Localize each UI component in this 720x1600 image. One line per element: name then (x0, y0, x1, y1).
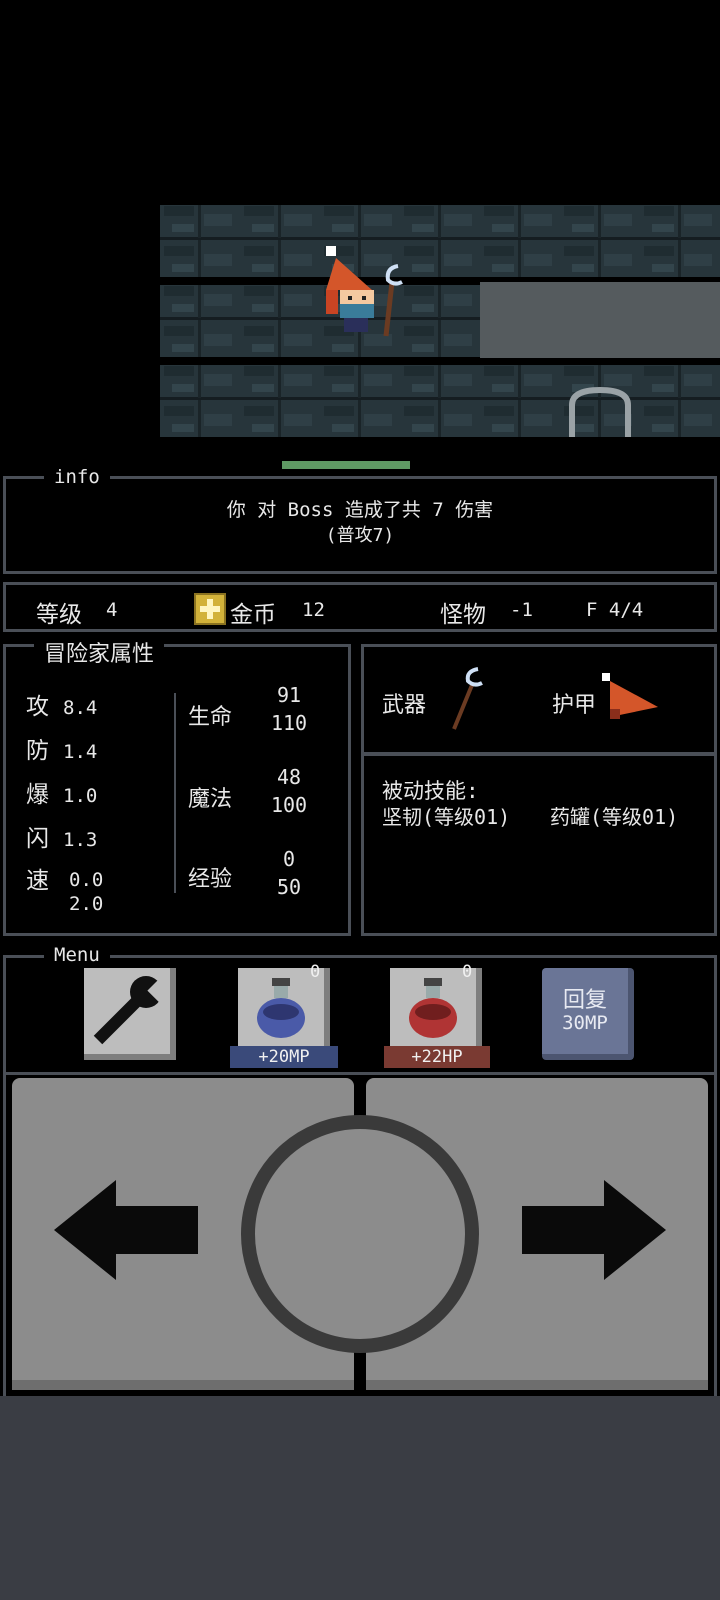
control-pad (10, 1078, 710, 1394)
gold-icon (194, 593, 226, 625)
speed-stat: 速 (26, 861, 49, 895)
dodge-stat: 闪 1.3 (26, 819, 97, 853)
staff-icon[interactable] (448, 665, 488, 735)
mp-potion-tag: +20MP (230, 1046, 338, 1068)
attributes-divider (174, 693, 176, 893)
attack-value: 8.4 (63, 697, 98, 719)
exp-max: 50 (276, 875, 302, 899)
hp-current: 91 (276, 683, 302, 707)
game-scene (0, 0, 720, 469)
hp-max: 110 (270, 711, 308, 735)
hp-label: 生命 (188, 705, 233, 730)
mp-label: 魔法 (188, 787, 233, 812)
passive-skills-panel: 被动技能: 坚韧(等级01) 药罐(等级01) (361, 752, 717, 936)
attack-stat: 攻 8.4 (26, 687, 97, 721)
dodge-label: 闪 (26, 826, 49, 852)
dodge-value: 1.3 (63, 829, 98, 851)
level-label: 等级 (36, 602, 82, 628)
exp-current: 0 (282, 847, 296, 871)
wizard-hat-icon[interactable] (602, 673, 662, 723)
dungeon-floor-row (160, 205, 720, 277)
settings-button[interactable] (84, 968, 176, 1060)
restore-mp-button[interactable]: 回复 30MP (542, 968, 634, 1060)
wrench-icon (93, 976, 175, 1045)
crit-label: 爆 (26, 782, 49, 808)
passive-skill-2: 药罐(等级01) (550, 805, 679, 829)
menu-legend: Menu (44, 944, 110, 966)
boss-hp-bar-fill (282, 461, 410, 469)
message-line-1: 你 对 Boss 造成了共 7 伤害 (226, 499, 494, 521)
hp-potion-tag: +22HP (384, 1046, 490, 1068)
attack-label: 攻 (26, 694, 49, 720)
restore-label-2: 30MP (562, 1012, 608, 1034)
crit-stat: 爆 1.0 (26, 775, 97, 809)
gold-value: 12 (302, 599, 325, 621)
dungeon-floor-row (160, 365, 720, 437)
monster-label: 怪物 (440, 602, 486, 628)
restore-label-1: 回复 (562, 988, 607, 1013)
weapon-label: 武器 (382, 693, 427, 718)
equipment-panel: 武器 护甲 (361, 644, 717, 756)
unexplored-room (480, 282, 720, 358)
speed-value-1: 0.0 (69, 869, 104, 891)
crit-value: 1.0 (63, 785, 98, 807)
defense-stat: 防 1.4 (26, 731, 97, 765)
level-value: 4 (106, 599, 118, 621)
attributes-legend: 冒险家属性 (34, 636, 165, 668)
dungeon-map (160, 205, 720, 469)
menu-divider (6, 1072, 714, 1075)
mp-max: 100 (270, 793, 308, 817)
status-bar: 等级 4 金币 12 怪物 -1 F 4/4 (3, 582, 717, 632)
defense-value: 1.4 (63, 741, 98, 763)
bottom-area (0, 1396, 720, 1600)
floor-indicator: F 4/4 (586, 599, 644, 621)
monster-value: -1 (510, 599, 533, 621)
hp-potion-count: 0 (462, 962, 473, 982)
message-line-2: (普攻7) (325, 525, 395, 546)
info-panel: 你 对 Boss 造成了共 7 伤害 (普攻7) (3, 476, 717, 574)
speed-value-2: 2.0 (69, 893, 104, 915)
speed-label: 速 (26, 868, 49, 894)
action-button[interactable] (241, 1115, 479, 1353)
info-legend: info (44, 466, 110, 488)
mp-current: 48 (276, 765, 302, 789)
attributes-panel: 攻 8.4 防 1.4 爆 1.0 闪 1.3 速 0.0 2.0 生命 91 110 … (3, 644, 351, 936)
passive-skill-1: 坚韧(等级01) (382, 805, 511, 829)
armor-label: 护甲 (552, 693, 597, 718)
exp-label: 经验 (188, 867, 233, 892)
mp-potion-count: 0 (310, 962, 321, 982)
gold-label: 金币 (230, 602, 276, 628)
defense-label: 防 (26, 738, 49, 764)
dungeon-floor-row (160, 285, 480, 357)
